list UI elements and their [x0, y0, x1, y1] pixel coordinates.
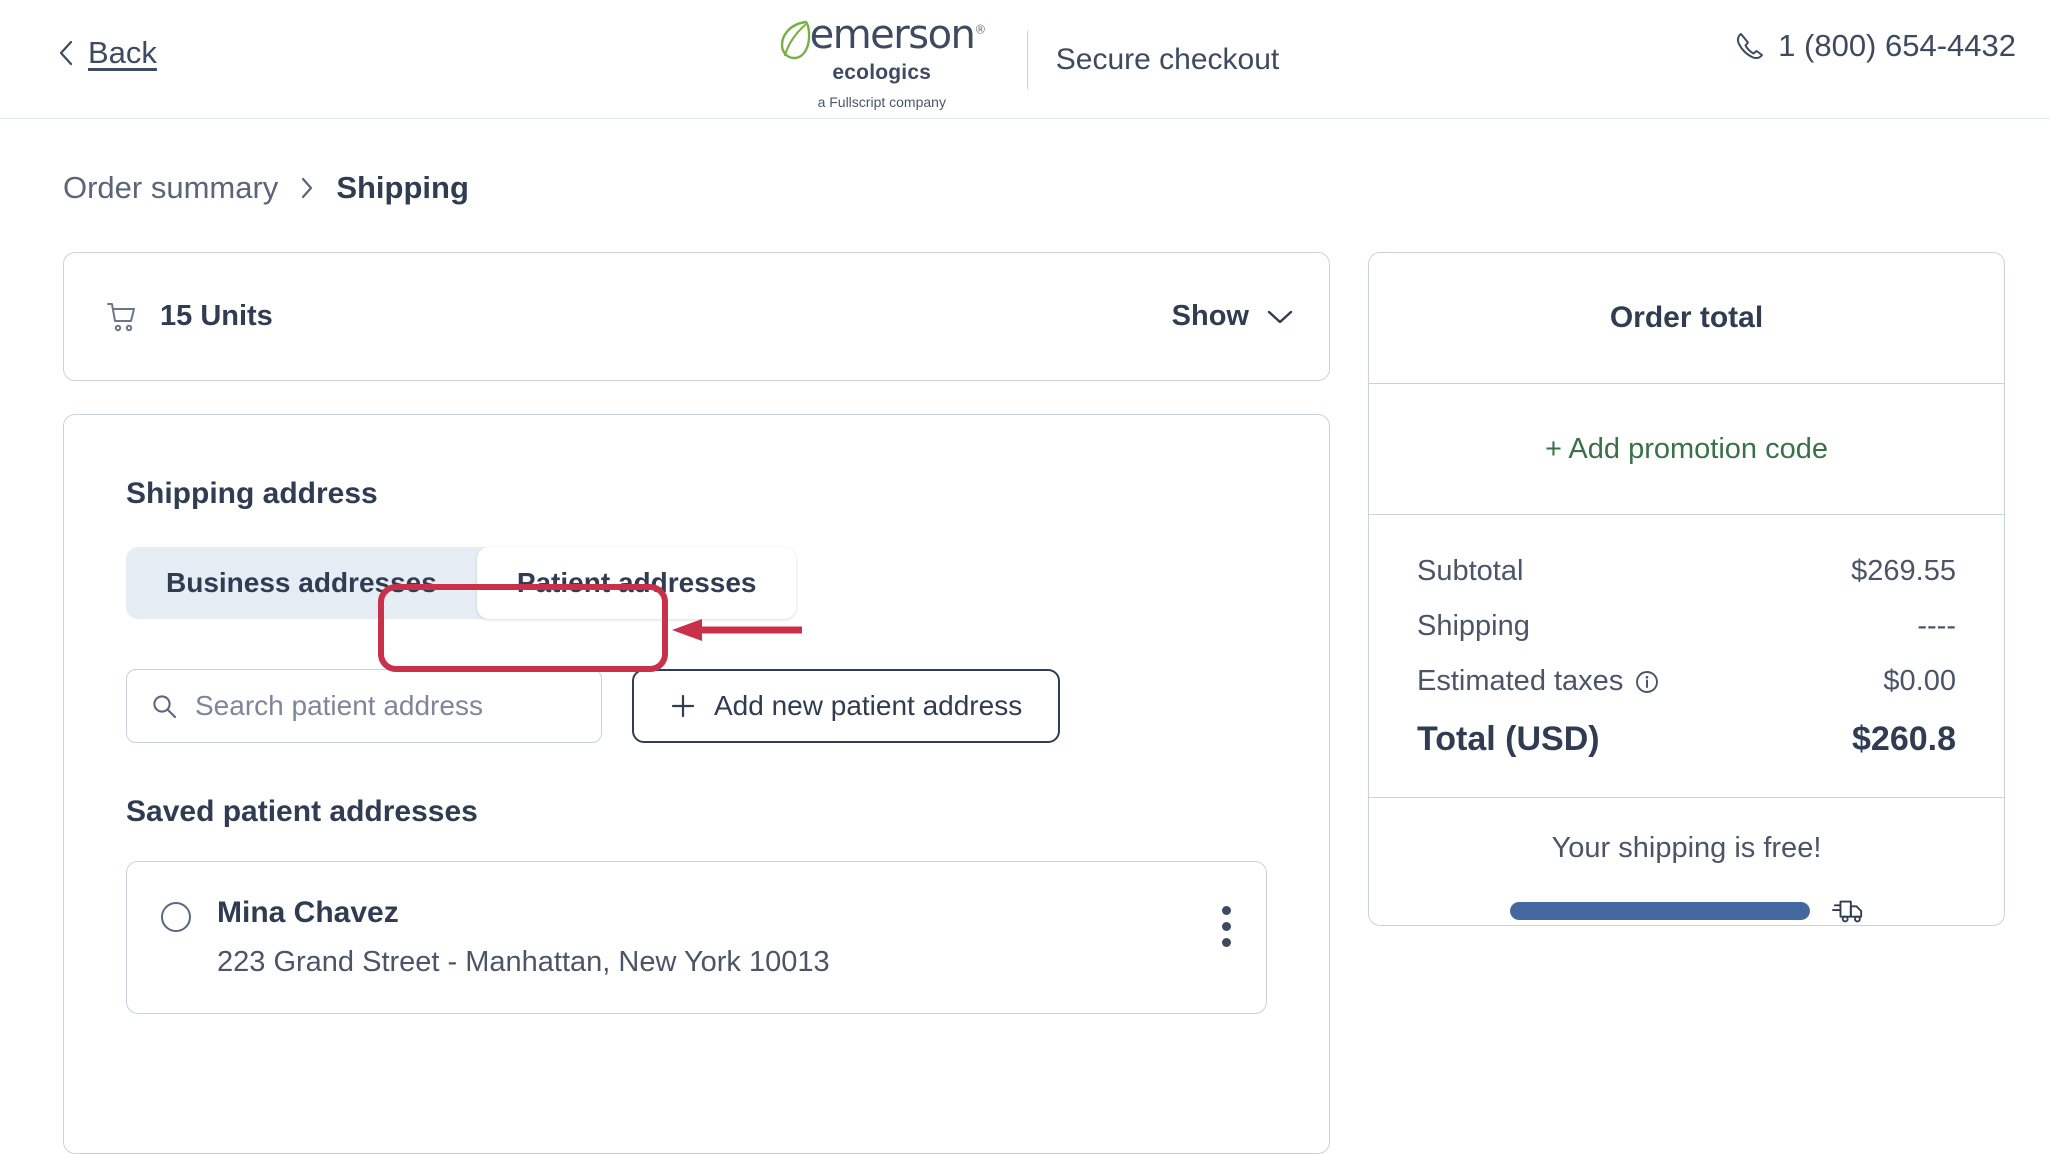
address-line: 223 Grand Street - Manhattan, New York 1… — [217, 946, 830, 978]
secure-checkout-label: Secure checkout — [1055, 42, 1280, 76]
support-phone-number: 1 (800) 654-4432 — [1778, 28, 2016, 63]
logo-wordmark-row: emerson® — [779, 15, 987, 62]
order-total-title: Order total — [1369, 253, 2004, 384]
shopping-cart-icon — [107, 302, 135, 331]
plus-icon — [671, 694, 695, 718]
kebab-menu-icon[interactable] — [1222, 906, 1231, 947]
order-line-subtotal-value: $269.55 — [1851, 555, 1956, 587]
address-radio-mina-chavez[interactable] — [161, 902, 191, 932]
order-line-shipping-label: Shipping — [1417, 610, 1530, 642]
logo-subtitle: ecologics — [832, 60, 932, 84]
cart-summary-card: 15 Units Show — [63, 252, 1330, 381]
order-line-total: Total (USD) $260.8 — [1417, 720, 1956, 759]
logo-word: emerson® — [810, 15, 987, 55]
kebab-dot — [1222, 922, 1231, 931]
add-new-patient-address-label: Add new patient address — [714, 690, 1023, 721]
free-shipping-message: Your shipping is free! — [1551, 832, 1822, 864]
add-promotion-code-button[interactable]: + Add promotion code — [1369, 384, 2004, 515]
cart-show-label: Show — [1171, 300, 1249, 332]
tab-patient-addresses[interactable]: Patient addresses — [476, 547, 797, 619]
shipping-address-title: Shipping address — [126, 477, 378, 510]
chevron-down-icon — [1267, 310, 1293, 323]
tab-business-addresses[interactable]: Business addresses — [126, 547, 477, 619]
address-details: Mina Chavez 223 Grand Street - Manhattan… — [217, 896, 1222, 979]
tab-patient-addresses-label: Patient addresses — [516, 567, 757, 598]
phone-icon — [1737, 33, 1764, 60]
logo-tagline: a Fullscript company — [817, 93, 946, 110]
chevron-right-icon — [302, 177, 313, 199]
info-circle-icon[interactable] — [1635, 670, 1659, 694]
kebab-dot — [1222, 906, 1231, 915]
logo-word-text: emerson — [809, 11, 976, 58]
add-promotion-code-label: + Add promotion code — [1545, 432, 1828, 465]
search-patient-address-input[interactable] — [195, 690, 577, 722]
cart-summary-left: 15 Units — [106, 300, 273, 333]
checkout-right-column: Order total + Add promotion code Subtota… — [1368, 252, 2005, 926]
address-search-row: Add new patient address — [126, 669, 1267, 743]
add-new-patient-address-button[interactable]: Add new patient address — [632, 669, 1061, 743]
breadcrumb-item-shipping: Shipping — [336, 170, 469, 205]
free-shipping-progress-bar — [1509, 902, 1810, 920]
kebab-dot — [1222, 938, 1231, 947]
shipping-address-card: Shipping address Business addresses Pati… — [63, 414, 1330, 1154]
delivery-truck-icon — [1831, 900, 1862, 923]
free-shipping-progress-row — [1417, 897, 1956, 925]
order-total-lines: Subtotal $269.55 Shipping ---- Estimated… — [1369, 515, 2004, 798]
address-name: Mina Chavez — [217, 896, 399, 929]
header-divider — [1026, 30, 1028, 89]
order-line-estimated-taxes-value: $0.00 — [1883, 665, 1956, 697]
address-type-tabs: Business addresses Patient addresses — [126, 547, 797, 619]
free-shipping-section: Your shipping is free! — [1369, 798, 2004, 925]
cart-units-count: 15 Units — [160, 300, 273, 332]
order-line-total-label: Total (USD) — [1417, 720, 1600, 758]
leaf-icon — [780, 20, 810, 59]
order-total-card: Order total + Add promotion code Subtota… — [1368, 252, 2005, 926]
saved-addresses-title: Saved patient addresses — [126, 795, 478, 828]
order-line-shipping-value: ---- — [1917, 610, 1956, 642]
search-patient-address-box[interactable] — [126, 669, 602, 743]
order-line-estimated-taxes-text: Estimated taxes — [1417, 665, 1624, 697]
free-shipping-progress-fill — [1509, 902, 1810, 920]
order-line-estimated-taxes-label: Estimated taxes — [1417, 665, 1659, 698]
breadcrumb-item-order-summary[interactable]: Order summary — [63, 170, 278, 206]
order-line-total-value: $260.8 — [1852, 720, 1956, 758]
order-line-shipping: Shipping ---- — [1417, 610, 1956, 643]
logo-registered-mark: ® — [974, 22, 986, 37]
order-line-subtotal: Subtotal $269.55 — [1417, 555, 1956, 588]
search-icon — [153, 695, 177, 719]
support-phone-link[interactable]: 1 (800) 654-4432 — [1734, 28, 2016, 64]
breadcrumb: Order summary Shipping — [63, 170, 469, 206]
app-header: Back emerson® ecologics a Fullscript com… — [0, 0, 2050, 119]
emerson-logo[interactable]: emerson® ecologics a Fullscript company — [771, 10, 993, 110]
order-line-subtotal-label: Subtotal — [1417, 555, 1524, 587]
cart-show-toggle[interactable]: Show — [1172, 300, 1293, 333]
checkout-left-column: 15 Units Show Shipping address Business … — [63, 252, 1330, 1154]
order-line-estimated-taxes: Estimated taxes $0.00 — [1417, 665, 1956, 698]
tab-business-addresses-label: Business addresses — [166, 567, 437, 598]
list-item[interactable]: Mina Chavez 223 Grand Street - Manhattan… — [126, 861, 1267, 1014]
